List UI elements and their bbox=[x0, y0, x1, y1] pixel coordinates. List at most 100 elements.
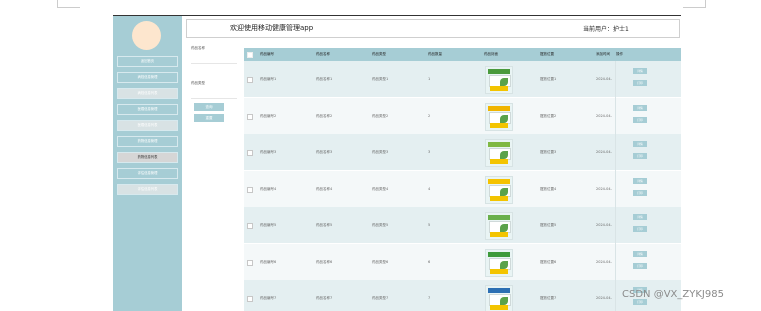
row-checkbox[interactable] bbox=[247, 113, 253, 120]
cell-name: 药品名称4 bbox=[316, 186, 333, 191]
cell-name: 药品名称3 bbox=[316, 150, 333, 154]
medicine-box-icon bbox=[485, 285, 513, 311]
cell-type: 药品类型3 bbox=[372, 150, 389, 154]
cell-type: 药品类型1 bbox=[372, 77, 389, 81]
medicine-box-icon bbox=[485, 66, 513, 94]
medicine-box-icon bbox=[485, 175, 513, 204]
cell-name: 药品名称5 bbox=[316, 223, 333, 227]
column-header-quantity: 药品数量 bbox=[428, 52, 442, 56]
print-button[interactable]: 打印 bbox=[633, 116, 647, 123]
cell-name: 药品名称1 bbox=[316, 77, 333, 81]
medicine-box-icon bbox=[485, 212, 513, 240]
cell-code: 药品编号6 bbox=[260, 259, 277, 264]
print-button[interactable]: 打印 bbox=[633, 226, 647, 232]
drug-type-input[interactable] bbox=[191, 90, 237, 99]
cell-time: 2024-04- bbox=[596, 186, 612, 191]
cell-name: 药品名称2 bbox=[316, 113, 333, 118]
cell-quantity: 2 bbox=[428, 113, 431, 118]
column-header-location: 摆放位置 bbox=[540, 52, 554, 56]
sidebar-item-6[interactable]: 药物信息管理 bbox=[117, 136, 178, 147]
cell-quantity: 5 bbox=[428, 223, 431, 227]
app-title: 欢迎使用移动健康管理app bbox=[230, 24, 314, 32]
column-divider bbox=[615, 61, 616, 311]
cell-code: 药品编号5 bbox=[260, 223, 277, 227]
cell-location: 摆放位置4 bbox=[540, 186, 557, 191]
app-window: 返回首页病档信息管理 病档信息列表 医嘱信息管理 医嘱信息列表 药物信息管理 药物信息列表… bbox=[113, 15, 681, 311]
drug-name-label: 药品名称 bbox=[191, 46, 205, 50]
row-checkbox[interactable] bbox=[247, 259, 253, 266]
top-right-crop-mark bbox=[683, 0, 706, 8]
detail-button[interactable]: 详情 bbox=[633, 214, 647, 220]
reset-button[interactable]: 重置 bbox=[194, 114, 224, 122]
column-header-code: 药品编号 bbox=[260, 52, 274, 56]
cell-type: 药品类型6 bbox=[372, 259, 389, 264]
sidebar-item-2[interactable]: 病档信息管理 bbox=[117, 72, 178, 83]
cell-code: 药品编号4 bbox=[260, 186, 277, 191]
medicine-box-icon bbox=[485, 248, 513, 277]
detail-button[interactable]: 详情 bbox=[633, 104, 647, 111]
sidebar-item-5[interactable]: 医嘱信息列表 bbox=[117, 120, 178, 131]
sidebar-item-4[interactable]: 医嘱信息管理 bbox=[117, 104, 178, 115]
cell-quantity: 1 bbox=[428, 77, 431, 81]
top-header: 欢迎使用移动健康管理app 当前用户：护士1 bbox=[186, 19, 680, 38]
medicine-box-icon bbox=[485, 139, 513, 167]
cell-time: 2024-04- bbox=[596, 113, 612, 118]
cell-code: 药品编号2 bbox=[260, 113, 277, 118]
cell-quantity: 7 bbox=[428, 296, 431, 300]
row-checkbox[interactable] bbox=[247, 186, 253, 193]
cell-time: 2024-04- bbox=[596, 223, 612, 227]
cell-location: 摆放位置1 bbox=[540, 77, 557, 81]
print-button[interactable]: 打印 bbox=[633, 80, 647, 86]
drug-table: 药品编号 药品名称 药品类型 药品数量 药品封面 摆放位置 添加时间 操作 药品… bbox=[244, 48, 681, 311]
cell-code: 药品编号3 bbox=[260, 150, 277, 154]
sidebar: 返回首页病档信息管理 病档信息列表 医嘱信息管理 医嘱信息列表 药物信息管理 药物信息列表… bbox=[113, 16, 182, 311]
column-header-cover: 药品封面 bbox=[484, 52, 498, 56]
top-left-crop-mark bbox=[57, 0, 80, 8]
cell-type: 药品类型7 bbox=[372, 296, 389, 300]
detail-button[interactable]: 详情 bbox=[633, 177, 647, 184]
row-checkbox[interactable] bbox=[247, 296, 253, 302]
row-checkbox[interactable] bbox=[247, 77, 253, 83]
print-button[interactable]: 打印 bbox=[633, 262, 647, 269]
sidebar-item-1[interactable]: 返回首页 bbox=[117, 56, 178, 67]
cell-location: 摆放位置5 bbox=[540, 223, 557, 227]
column-header-type: 药品类型 bbox=[372, 52, 386, 56]
print-button[interactable]: 打印 bbox=[633, 153, 647, 159]
cell-name: 药品名称7 bbox=[316, 296, 333, 300]
avatar[interactable] bbox=[132, 21, 161, 50]
sidebar-item-9[interactable]: 评估信息列表 bbox=[117, 184, 178, 195]
drug-name-input[interactable] bbox=[191, 55, 237, 64]
cell-time: 2024-04- bbox=[596, 150, 612, 154]
cell-location: 摆放位置2 bbox=[540, 113, 557, 118]
sidebar-item-7[interactable]: 药物信息列表 bbox=[117, 152, 178, 163]
row-checkbox[interactable] bbox=[247, 223, 253, 229]
column-header-time: 添加时间 bbox=[596, 52, 610, 56]
detail-button[interactable]: 详情 bbox=[633, 68, 647, 74]
print-button[interactable]: 打印 bbox=[633, 189, 647, 196]
row-checkbox[interactable] bbox=[247, 150, 253, 156]
column-header-name: 药品名称 bbox=[316, 52, 330, 56]
cell-name: 药品名称6 bbox=[316, 259, 333, 264]
cell-type: 药品类型5 bbox=[372, 223, 389, 227]
query-button[interactable]: 查询 bbox=[194, 103, 224, 111]
select-all-checkbox[interactable] bbox=[247, 52, 253, 58]
table-header: 药品编号 药品名称 药品类型 药品数量 药品封面 摆放位置 添加时间 操作 bbox=[244, 48, 681, 61]
detail-button[interactable]: 详情 bbox=[633, 250, 647, 257]
cell-quantity: 6 bbox=[428, 259, 431, 264]
current-user-label: 当前用户：护士1 bbox=[583, 26, 629, 33]
detail-button[interactable]: 详情 bbox=[633, 141, 647, 147]
cell-time: 2024-04- bbox=[596, 296, 612, 300]
sidebar-item-8[interactable]: 评估信息管理 bbox=[117, 168, 178, 179]
cell-location: 摆放位置3 bbox=[540, 150, 557, 154]
cell-type: 药品类型4 bbox=[372, 186, 389, 191]
medicine-box-icon bbox=[485, 102, 513, 131]
cell-type: 药品类型2 bbox=[372, 113, 389, 118]
cell-time: 2024-04- bbox=[596, 259, 612, 264]
cell-quantity: 4 bbox=[428, 186, 431, 191]
cell-location: 摆放位置7 bbox=[540, 296, 557, 300]
cell-location: 摆放位置6 bbox=[540, 259, 557, 264]
watermark-text: CSDN @VX_ZYKJ985 bbox=[622, 289, 724, 300]
column-header-actions: 操作 bbox=[616, 52, 623, 56]
sidebar-item-3[interactable]: 病档信息列表 bbox=[117, 88, 178, 99]
cell-quantity: 3 bbox=[428, 150, 431, 154]
